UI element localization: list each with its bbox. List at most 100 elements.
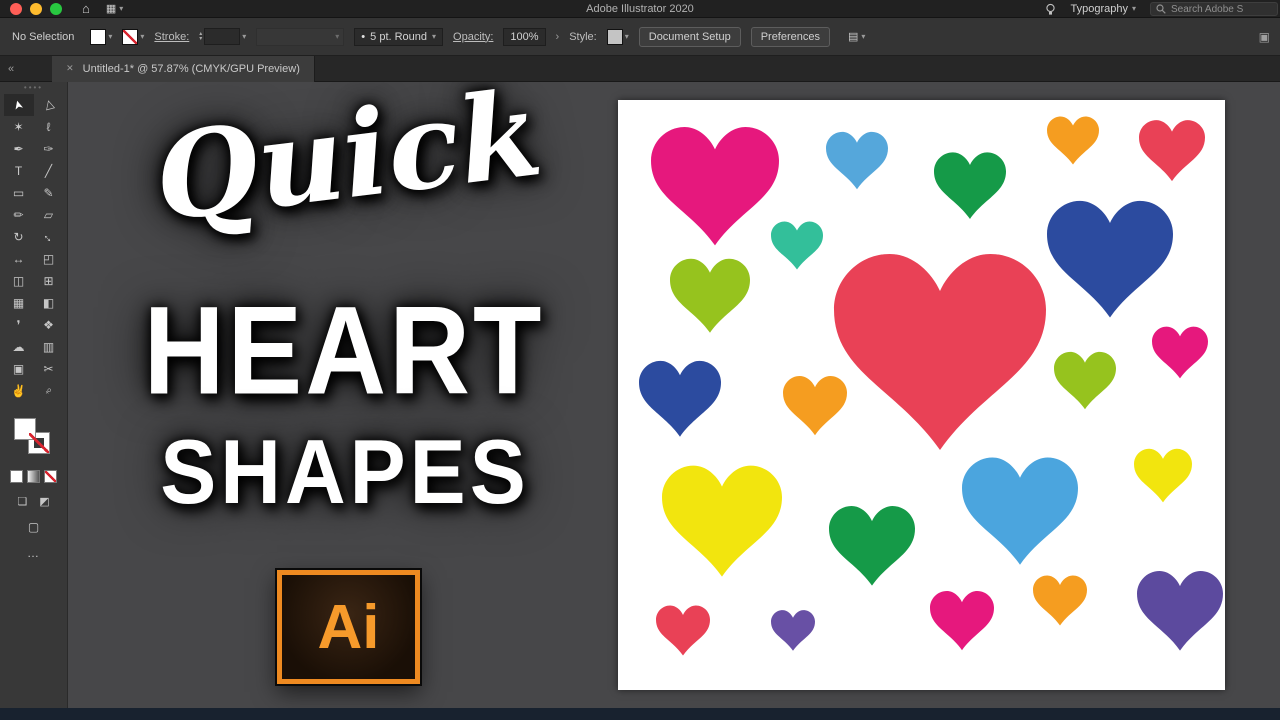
heart-shape-1[interactable] [651, 127, 779, 246]
draw-behind-icon[interactable]: ◩ [39, 495, 49, 508]
heart-shape-11[interactable] [834, 253, 1046, 451]
heart-shape-19[interactable] [771, 610, 815, 651]
discover-lightbulb-icon[interactable] [1044, 3, 1057, 16]
home-icon[interactable]: ⌂ [82, 2, 90, 15]
opacity-expand-icon[interactable]: › [556, 31, 560, 43]
hand-tool[interactable]: ✌ [4, 380, 34, 402]
scale-tool[interactable]: ↔ [34, 226, 64, 248]
document-tab-bar: « ✕ Untitled-1* @ 57.87% (CMYK/GPU Previ… [0, 55, 1280, 82]
fill-color-dropdown[interactable]: ▾ [90, 28, 112, 45]
heart-shape-15[interactable] [829, 506, 915, 586]
blend-tool[interactable]: ❖ [34, 314, 64, 336]
zoom-tool[interactable]: ♀ [34, 380, 64, 402]
selection-tool[interactable]: ➤ [3, 94, 34, 116]
stroke-swatch[interactable] [27, 432, 50, 454]
magic-wand-tool[interactable]: ✶ [4, 116, 34, 138]
stroke-color-dropdown[interactable]: ▾ [122, 28, 144, 45]
line-segment-tool[interactable]: ╱ [34, 160, 64, 182]
expand-panels-icon[interactable]: ▣ [1259, 30, 1270, 44]
canvas[interactable]: Quick HEART SHAPES Ai [68, 82, 1280, 708]
edit-toolbar-ellipsis[interactable]: … [27, 546, 40, 560]
lasso-tool[interactable]: ℓ [34, 116, 64, 138]
preferences-button[interactable]: Preferences [750, 26, 830, 47]
style-swatch-icon [606, 28, 623, 45]
heart-shape-2[interactable] [826, 131, 888, 190]
rectangle-tool[interactable]: ▭ [4, 182, 34, 204]
slice-tool-icon: ✂ [43, 362, 54, 376]
pencil-tool[interactable]: ✏ [4, 204, 34, 226]
workspace-switcher[interactable]: Typography ▾ [1071, 3, 1137, 15]
opacity-label[interactable]: Opacity: [453, 31, 493, 43]
type-tool[interactable]: T [4, 160, 34, 182]
rotate-tool-icon: ↻ [13, 230, 24, 244]
slice-tool[interactable]: ✂ [34, 358, 64, 380]
free-transform-tool[interactable]: ◰ [34, 248, 64, 270]
panel-drag-handle[interactable]: •••• [24, 82, 43, 94]
opacity-field[interactable]: 100% [503, 27, 546, 46]
artboard-tool[interactable]: ▣ [4, 358, 34, 380]
arrange-documents-dropdown[interactable]: ▤ ▾ [848, 30, 865, 43]
eyedropper-tool[interactable]: ❜ [4, 314, 34, 336]
none-button[interactable] [44, 470, 57, 483]
heart-shape-3[interactable] [934, 152, 1006, 219]
minimize-button[interactable] [30, 2, 42, 15]
brush-definition-dropdown[interactable]: • 5 pt. Round ▾ [354, 27, 444, 46]
stroke-weight-stepper[interactable]: ▴ ▾ ▾ [199, 28, 246, 45]
close-tab-icon[interactable]: ✕ [66, 63, 74, 74]
heart-shape-21[interactable] [1033, 575, 1087, 626]
zoom-button[interactable] [50, 2, 62, 15]
menu-bar: ⌂ ▦ ▾ Adobe Illustrator 2020 Typography … [0, 0, 1280, 18]
magic-wand-tool-icon: ✶ [13, 120, 24, 134]
screen-mode-icon[interactable]: ▢ [28, 520, 39, 534]
gradient-button[interactable] [27, 470, 40, 483]
heart-shape-6[interactable] [771, 221, 823, 270]
shape-builder-tool[interactable]: ◫ [4, 270, 34, 292]
document-tab[interactable]: ✕ Untitled-1* @ 57.87% (CMYK/GPU Preview… [52, 55, 315, 82]
artboard[interactable] [618, 100, 1225, 690]
heart-shape-17[interactable] [1134, 448, 1192, 503]
graphic-style-dropdown[interactable]: ▾ [606, 28, 629, 45]
curvature-tool[interactable]: ✑ [34, 138, 64, 160]
paintbrush-tool[interactable]: ✎ [34, 182, 64, 204]
heart-shape-22[interactable] [1137, 571, 1223, 651]
heart-shape-8[interactable] [1047, 200, 1173, 318]
direct-selection-tool-icon: ▷ [40, 98, 57, 112]
stroke-weight-label[interactable]: Stroke: [154, 31, 189, 43]
heart-shape-5[interactable] [1139, 120, 1205, 182]
mesh-tool[interactable]: ▦ [4, 292, 34, 314]
search-field[interactable]: Search Adobe S [1150, 2, 1278, 16]
heart-shape-16[interactable] [962, 457, 1078, 565]
heart-shape-12[interactable] [1152, 326, 1208, 379]
rotate-tool[interactable]: ↻ [4, 226, 34, 248]
column-graph-tool[interactable]: ▥ [34, 336, 64, 358]
heart-shape-20[interactable] [930, 591, 994, 651]
perspective-grid-tool-icon: ⊞ [43, 274, 54, 288]
stepper-arrows-icon[interactable]: ▴ ▾ [199, 31, 202, 42]
document-setup-button[interactable]: Document Setup [638, 26, 741, 47]
chevron-down-icon: ▾ [432, 31, 437, 41]
stroke-weight-value[interactable] [204, 28, 241, 45]
heart-shape-10[interactable] [783, 376, 847, 436]
color-button[interactable] [10, 470, 23, 483]
heart-shape-4[interactable] [1047, 116, 1099, 165]
perspective-grid-tool[interactable]: ⊞ [34, 270, 64, 292]
width-tool[interactable]: ↔ [4, 248, 34, 270]
symbol-sprayer-tool[interactable]: ☁ [4, 336, 34, 358]
illustrator-window: ⌂ ▦ ▾ Adobe Illustrator 2020 Typography … [0, 0, 1280, 720]
app-grid-switcher[interactable]: ▦ ▾ [106, 2, 123, 15]
gradient-tool[interactable]: ◧ [34, 292, 64, 314]
pen-tool[interactable]: ✒ [4, 138, 34, 160]
heart-shape-14[interactable] [662, 465, 782, 577]
arrange-documents-icon: ▤ [848, 31, 859, 43]
draw-normal-icon[interactable]: ❏ [17, 495, 27, 508]
close-button[interactable] [10, 2, 22, 15]
zoom-tool-icon: ♀ [40, 382, 57, 400]
heart-shape-7[interactable] [670, 258, 750, 333]
variable-width-profile-dropdown[interactable]: ▾ [256, 27, 345, 46]
heart-shape-9[interactable] [639, 360, 721, 437]
eraser-tool[interactable]: ▱ [34, 204, 64, 226]
heart-shape-13[interactable] [1054, 351, 1116, 410]
collapse-panel-button[interactable]: « [8, 63, 14, 75]
heart-shape-18[interactable] [656, 605, 710, 656]
direct-selection-tool[interactable]: ▷ [34, 94, 64, 116]
